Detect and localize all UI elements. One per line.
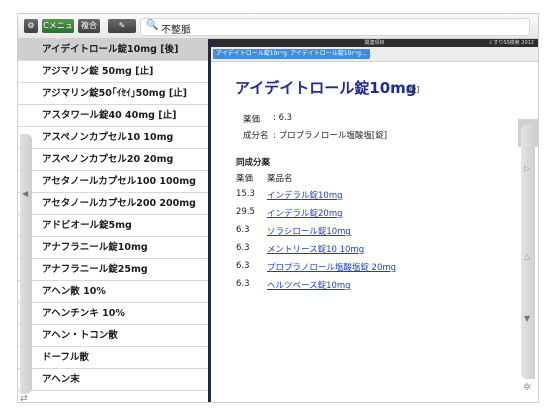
ingredient-label: 成分名	[243, 131, 269, 141]
up-triangle-icon[interactable]: △	[524, 252, 530, 261]
switch-icon[interactable]: ⇄	[20, 394, 28, 402]
list-item[interactable]: アヘンチンキ 10%	[18, 303, 208, 325]
list-item[interactable]: アイデイトロール錠10mg [後]	[18, 39, 208, 61]
down-triangle-icon[interactable]: ▼	[524, 314, 530, 323]
column-header-name: 薬品名	[267, 174, 293, 184]
drug-price: 15.3	[236, 189, 255, 199]
search-icon: 🔍	[146, 20, 159, 31]
drug-price: 6.3	[236, 261, 250, 271]
list-item[interactable]: アヘン末	[18, 369, 208, 391]
column-header-price: 薬価	[236, 174, 254, 184]
drug-link[interactable]: メントリース錠10 10mg	[267, 243, 364, 255]
play-icon[interactable]: ▷	[524, 164, 530, 173]
list-item[interactable]: アナフラニール錠10mg	[18, 237, 208, 259]
list-item[interactable]: アヘン散 10%	[18, 281, 208, 303]
snowflake-icon[interactable]: ✲	[523, 382, 531, 393]
breadcrumb-separator-icon: ▶	[353, 50, 359, 58]
list-item[interactable]: アジマリン錠50｢ｲｾｲ｣50mg [止]	[18, 83, 208, 105]
drug-link[interactable]: ヘルツベース錠10mg	[267, 279, 351, 291]
search-value: 不整脈	[161, 25, 191, 36]
gear-icon: ⚙	[27, 21, 35, 30]
drug-price: 6.3	[236, 279, 250, 289]
price-value: : 6.3	[273, 113, 293, 123]
combine-button[interactable]: 複合	[78, 19, 100, 33]
list-item[interactable]: アセタノールカプセル200 200mg	[18, 193, 208, 215]
list-item[interactable]: ドーフル散	[18, 347, 208, 369]
list-item[interactable]: アスペノンカプセル10 10mg	[18, 127, 208, 149]
drug-price: 6.3	[236, 243, 250, 253]
detail-panel: 関連項目 くすりSS検索 2012 アイデイトロール錠10mg... ▶ アイデ…	[211, 39, 538, 402]
left-collapse-tab[interactable]: ◀	[20, 134, 32, 394]
drug-price: 29.5	[236, 207, 255, 217]
right-scroll-rail[interactable]: ▷ △ ▼	[521, 124, 535, 379]
pen-icon: ✎	[118, 21, 126, 30]
drug-price: 6.3	[236, 225, 250, 235]
toolbar: ⚙ Cメニュー 複合 ✎ 🔍 不整脈	[18, 14, 538, 44]
drug-link[interactable]: インデラル錠10mg	[267, 189, 343, 201]
list-item[interactable]: アジマリン錠 50mg [止]	[18, 61, 208, 83]
app-window: ⚙ Cメニュー 複合 ✎ 🔍 不整脈 アイデイトロール錠10mg [後]アジマリ…	[17, 13, 539, 403]
list-item[interactable]: アドビオール錠5mg	[18, 215, 208, 237]
search-input[interactable]: 🔍 不整脈	[140, 18, 530, 36]
breadcrumb-separator-icon: ▶	[279, 50, 285, 58]
list-item[interactable]: アヘン・トコン散	[18, 325, 208, 347]
drug-link[interactable]: プロプラノロール塩酸塩錠 20mg	[267, 261, 396, 273]
price-label: 薬価	[243, 115, 261, 125]
list-item[interactable]: アスタワール錠40 40mg [止]	[18, 105, 208, 127]
list-item[interactable]: アナフラニール錠25mg	[18, 259, 208, 281]
ingredient-value: : プロプラノロール塩酸塩[錠]	[273, 131, 388, 141]
drug-link[interactable]: ソラシロール錠10mg	[267, 225, 351, 237]
menu-button[interactable]: Cメニュー	[42, 19, 74, 44]
breadcrumb: アイデイトロール錠10mg... ▶ アイデイトロール錠10mg... ▶	[211, 47, 538, 62]
settings-button[interactable]: ⚙	[24, 19, 38, 33]
title-tag: [後]	[406, 85, 420, 94]
detail-header: 関連項目 くすりSS検索 2012	[211, 39, 538, 47]
same-ingredient-heading: 同成分薬	[236, 158, 271, 168]
drug-list: アイデイトロール錠10mg [後] アジマリン錠 50mg [止] アジマリン錠50…	[18, 39, 208, 402]
pen-button[interactable]: ✎	[108, 19, 136, 33]
list-item[interactable]: アスペノンカプセル20 20mg	[18, 149, 208, 171]
left-arrow-icon: ◀	[22, 189, 29, 198]
list-item[interactable]: アセタノールカプセル100 100mg	[18, 171, 208, 193]
drug-link[interactable]: インデラル錠20mg	[267, 207, 343, 219]
header-right-text: くすりSS検索 2012	[488, 40, 534, 46]
page-title: アイデイトロール錠10mg	[235, 79, 417, 97]
